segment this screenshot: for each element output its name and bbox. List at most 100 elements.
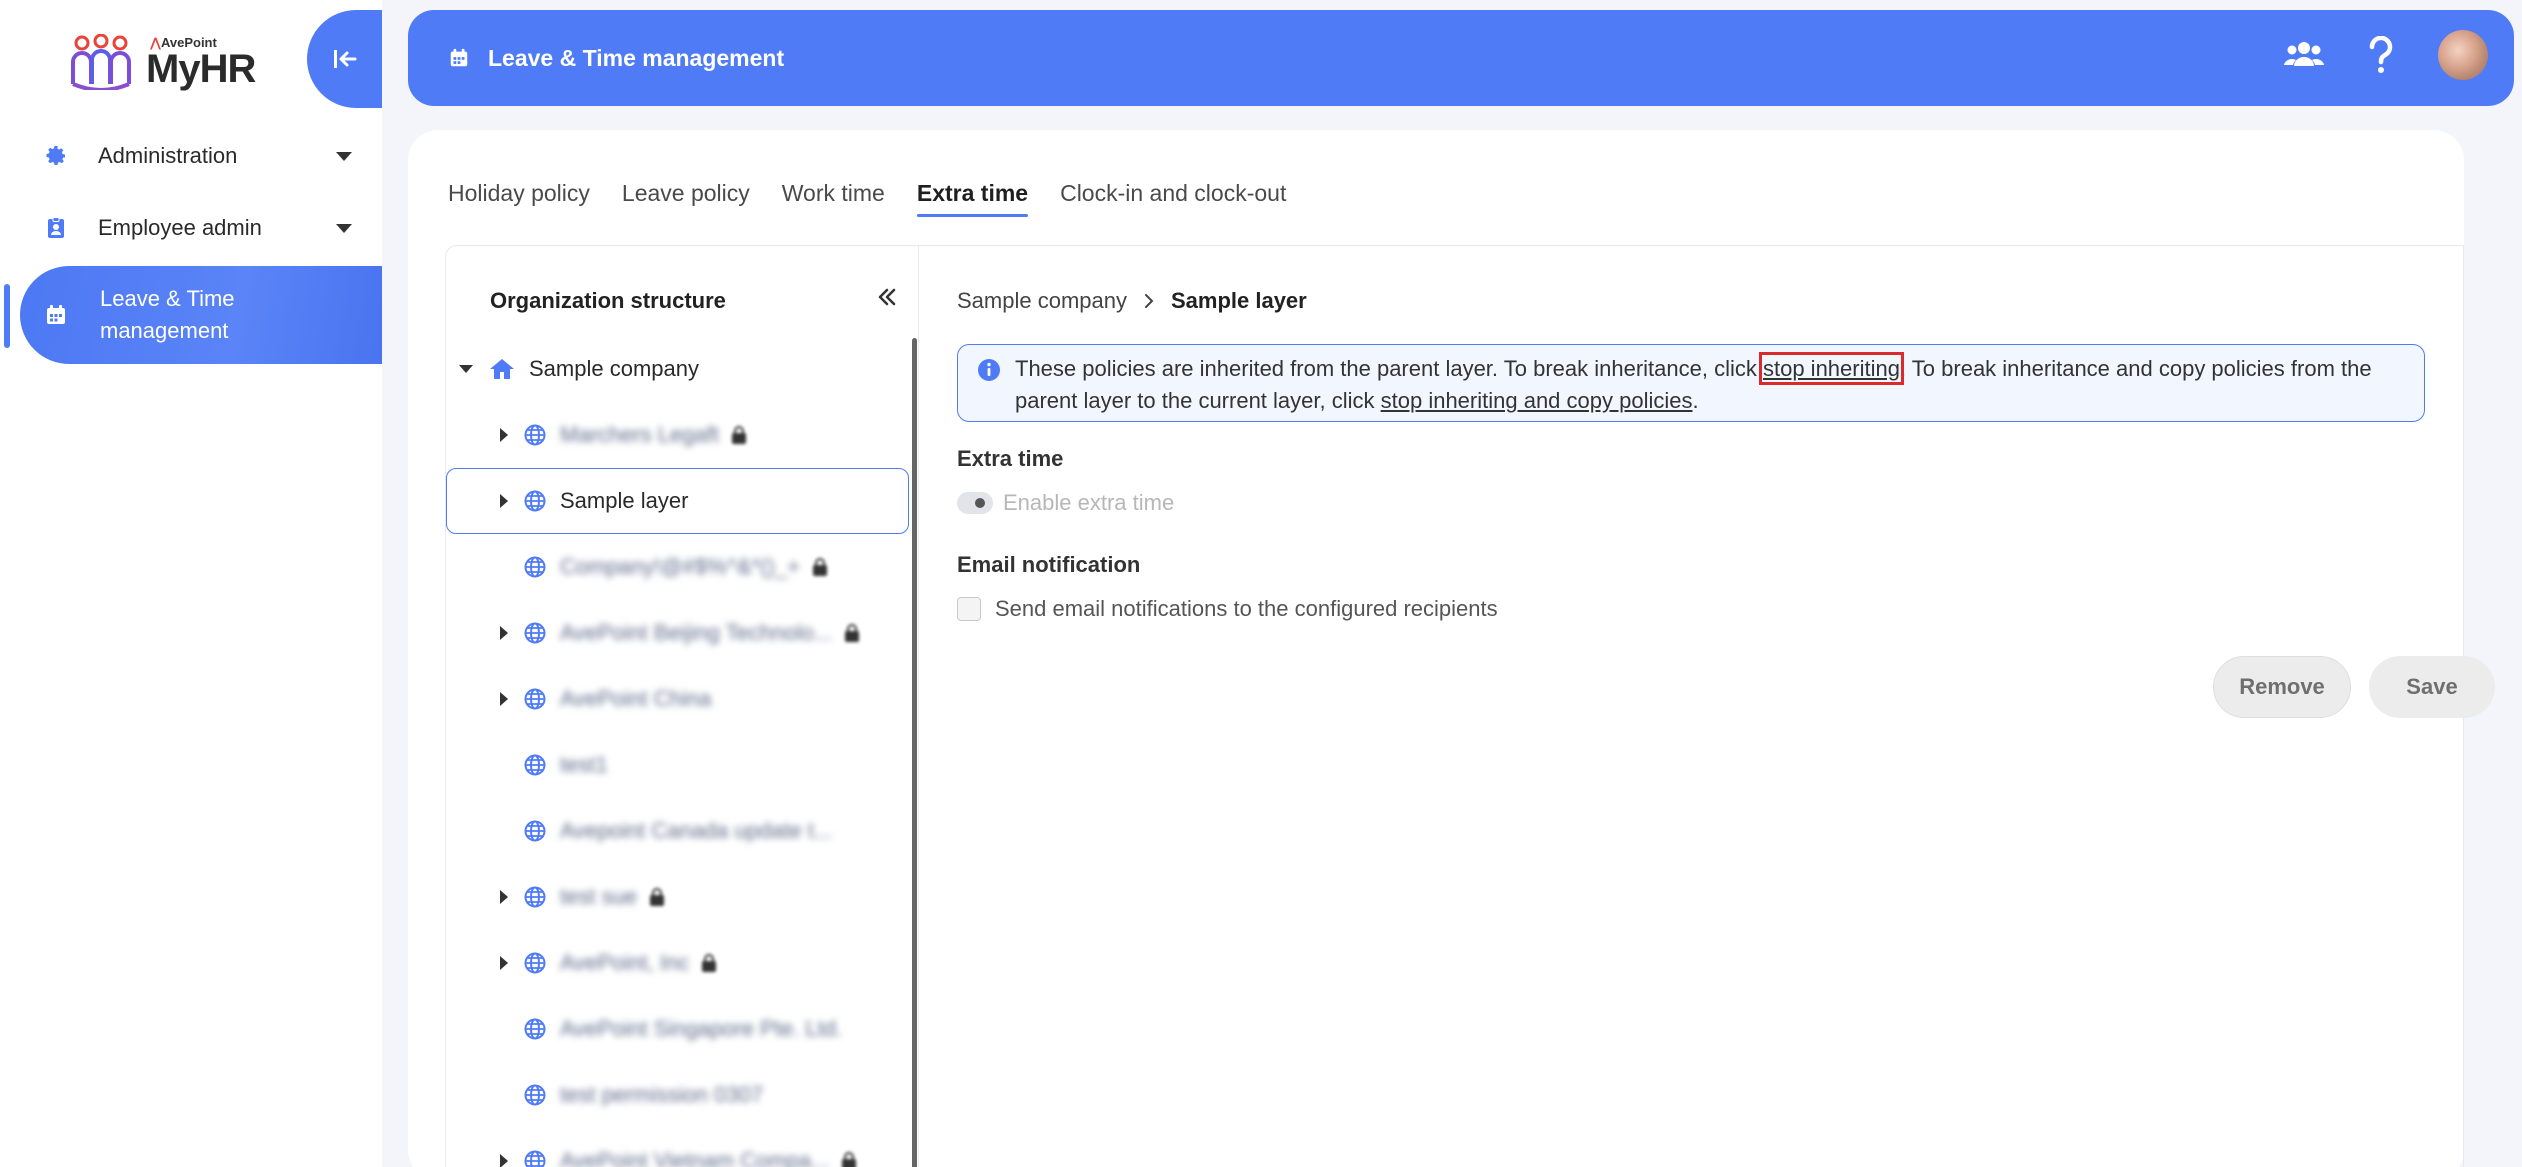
globe-icon [524,1150,546,1167]
sidebar-item-employee-admin[interactable]: Employee admin [0,194,382,262]
globe-icon [524,1018,546,1040]
info-text: . [1692,388,1699,413]
tree-scrollbar[interactable] [912,338,917,1167]
page-title: Leave & Time management [488,44,785,71]
tree-node[interactable]: AvePoint, Inc [446,930,909,996]
tree-node[interactable]: AvePoint China [446,666,909,732]
enable-extra-time-row: Enable extra time [957,490,1174,516]
globe-icon [524,886,546,908]
tree-node-root[interactable]: Sample company [446,336,909,402]
email-notification-checkbox[interactable] [957,597,981,621]
tree-node-label: AvePoint Vietnam Compa... [560,1148,830,1167]
brand-name: MyHR [146,46,256,91]
sidebar-item-leave-time-management[interactable]: Leave & Time management [20,266,382,364]
sidebar-collapse-button[interactable] [307,10,382,108]
globe-icon [524,490,546,512]
tree-node-label: Sample layer [560,488,689,513]
caret-right-icon[interactable] [500,1154,508,1167]
calendar-icon [450,48,468,67]
caret-right-icon[interactable] [500,626,508,640]
remove-button[interactable]: Remove [2213,656,2351,718]
tab-leave-policy[interactable]: Leave policy [606,180,766,217]
globe-icon [524,820,546,842]
policy-detail-pane: Sample company Sample layer These polici… [919,246,2495,1167]
breadcrumb: Sample company Sample layer [957,288,1307,314]
stop-inheriting-link[interactable]: stop inheriting [1758,352,1904,385]
globe-icon [524,754,546,776]
tab-work-time[interactable]: Work time [766,180,901,217]
email-notification-heading: Email notification [957,552,1141,577]
home-icon [490,359,514,379]
caret-right-icon[interactable] [500,692,508,706]
tree-node-label: test permission 0307 [560,1082,763,1107]
chevron-down-icon [336,224,352,233]
email-notification-row: Send email notifications to the configur… [957,596,1498,622]
tree-node-label: Company!@#$%^&*()_+ [560,554,800,579]
badge-icon [48,217,64,238]
tree-node[interactable]: test permission 0307 [446,1062,909,1128]
org-tree: Sample company Marchers Legaft Sample la… [446,336,909,1167]
enable-extra-time-label: Enable extra time [1003,490,1175,515]
tree-node-selected[interactable]: Sample layer [446,468,909,534]
tree-node[interactable]: Marchers Legaft [446,402,909,468]
tree-node[interactable]: AvePoint Beijing Technolo... [446,600,909,666]
globe-icon [524,622,546,644]
tree-node-label: Marchers Legaft [560,422,719,447]
help-icon[interactable] [2368,36,2394,74]
brand-logo[interactable]: ⋀AvePoint MyHR [70,30,256,94]
tree-node[interactable]: test sue [446,864,909,930]
lock-icon [650,888,665,906]
tree-node[interactable]: AvePoint Singapore Pte. Ltd. [446,996,909,1062]
lock-icon [702,954,717,972]
double-chevron-left-icon[interactable] [876,286,898,308]
lock-icon [844,624,859,642]
globe-icon [524,952,546,974]
sidebar: ⋀AvePoint MyHR Administration Employee a… [0,0,382,1167]
caret-right-icon[interactable] [500,890,508,904]
calendar-icon [47,305,65,324]
tree-node[interactable]: Avepoint Canada update t... [446,798,909,864]
breadcrumb-current: Sample layer [1170,288,1307,313]
extra-time-heading: Extra time [957,446,1064,471]
tree-node[interactable]: AvePoint Vietnam Compa... [446,1128,909,1167]
tree-node-label: test1 [560,752,608,777]
tree-node-label: Avepoint Canada update t... [560,818,833,843]
collapse-left-icon [333,50,356,68]
stop-inheriting-and-copy-link[interactable]: stop inheriting and copy policies [1381,388,1693,413]
tab-holiday-policy[interactable]: Holiday policy [448,180,606,217]
tab-extra-time[interactable]: Extra time [901,180,1044,217]
avatar[interactable] [2438,30,2488,80]
globe-icon [524,556,546,578]
sidebar-item-administration[interactable]: Administration [0,122,382,190]
caret-right-icon[interactable] [500,956,508,970]
policy-panel: Organization structure Sample company Ma… [445,245,2495,1167]
breadcrumb-item[interactable]: Sample company [957,288,1127,314]
sidebar-item-label: Leave & Time management [100,286,235,343]
users-icon[interactable] [2284,40,2324,70]
enable-extra-time-toggle[interactable] [957,492,993,514]
chevron-down-icon [336,152,352,161]
active-indicator [4,284,10,348]
tree-node-label: test sue [560,884,638,909]
globe-icon [524,688,546,710]
tree-node-label: AvePoint, Inc [560,950,690,975]
globe-icon [524,1084,546,1106]
lock-icon [731,426,746,444]
sidebar-nav: Administration Employee admin Leave & Ti… [0,122,382,368]
caret-down-icon[interactable] [459,365,473,373]
tab-clock-in-and-clock-out[interactable]: Clock-in and clock-out [1044,180,1302,217]
globe-icon [524,424,546,446]
tree-node-label: AvePoint Beijing Technolo... [560,620,832,645]
lock-icon [842,1152,857,1167]
gear-icon [46,146,65,165]
chevron-right-icon [1144,294,1154,308]
caret-right-icon[interactable] [500,494,508,508]
tree-node[interactable]: test1 [446,732,909,798]
caret-right-icon[interactable] [500,428,508,442]
save-button[interactable]: Save [2369,656,2495,718]
tree-node[interactable]: Company!@#$%^&*()_+ [446,534,909,600]
tree-node-label: AvePoint China [560,686,712,711]
sidebar-item-label: Employee admin [98,215,262,240]
organization-structure-pane: Organization structure Sample company Ma… [446,246,919,1167]
info-icon [978,359,1000,381]
